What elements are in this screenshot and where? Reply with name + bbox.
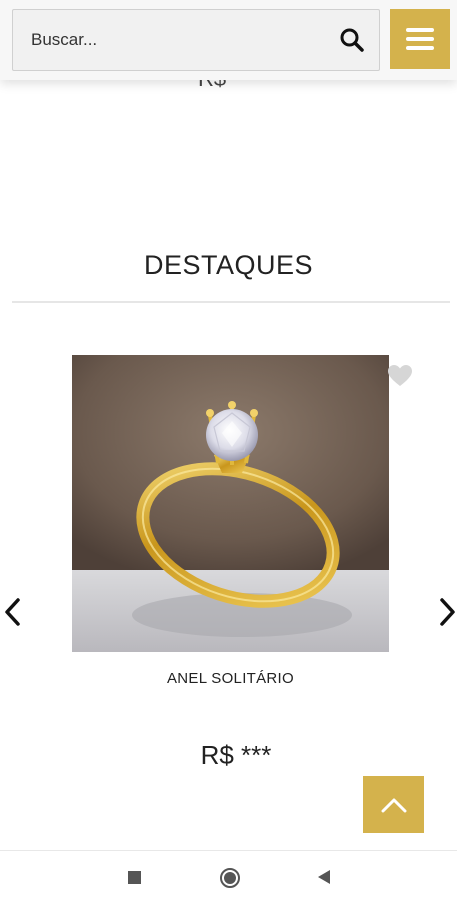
chevron-right-icon[interactable]: [434, 594, 457, 630]
square-icon[interactable]: [128, 871, 141, 884]
back-to-top-button[interactable]: [363, 776, 424, 833]
circle-icon[interactable]: [219, 867, 241, 889]
product-price: R$ ***: [200, 740, 272, 770]
search-input[interactable]: [31, 10, 331, 70]
product-name[interactable]: ANEL SOLITÁRIO: [72, 670, 389, 687]
section-divider: [12, 301, 450, 303]
previous-product-price: R$: [190, 80, 250, 92]
system-navigation-bar: [0, 850, 457, 900]
chevron-left-icon[interactable]: [0, 594, 26, 630]
hamburger-menu-icon: [406, 28, 434, 50]
search-icon[interactable]: [339, 27, 365, 53]
section-title: DESTAQUES: [143, 250, 314, 280]
menu-button[interactable]: [390, 9, 450, 69]
chevron-up-icon: [381, 798, 406, 812]
heart-icon[interactable]: [387, 364, 413, 388]
search-box[interactable]: [12, 9, 380, 71]
product-image[interactable]: [72, 355, 389, 652]
ring-image: [72, 355, 389, 652]
triangle-back-icon[interactable]: [316, 869, 332, 885]
header: [0, 0, 457, 80]
